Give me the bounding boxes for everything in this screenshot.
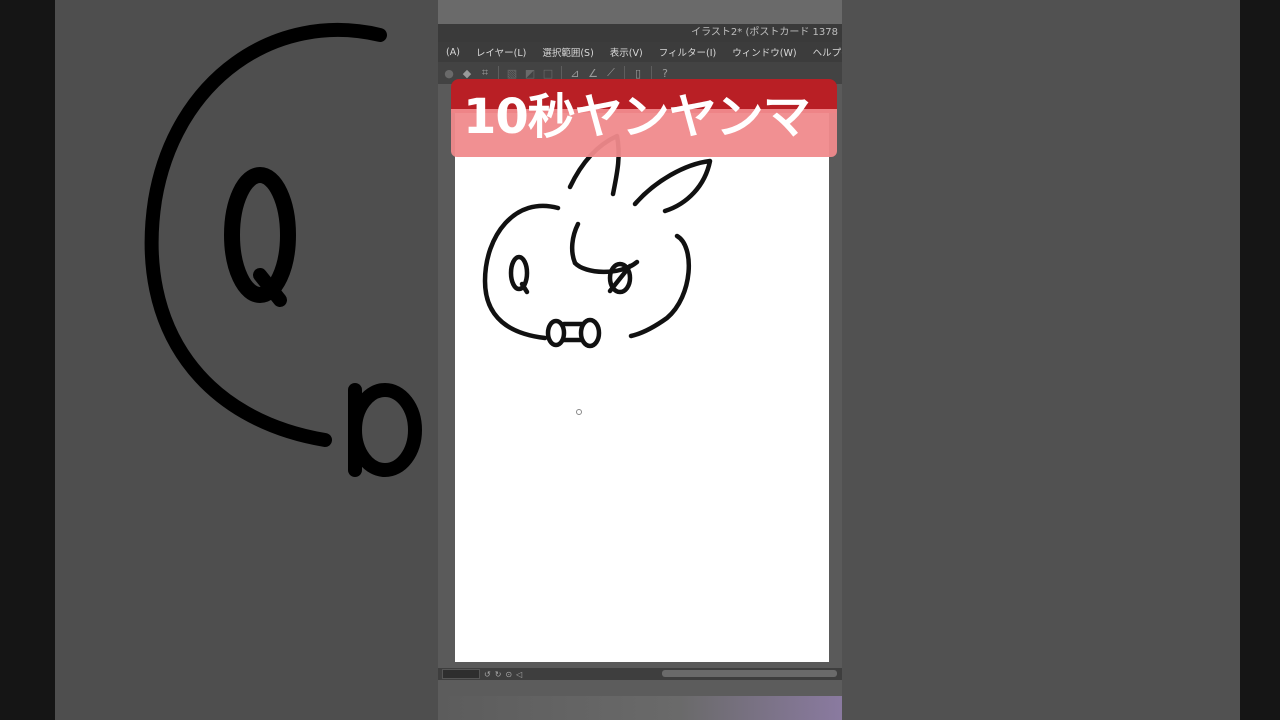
caption-banner: 10秒ヤンヤンマ bbox=[451, 79, 837, 157]
status-bar: ↺ ↻ ⊙ ◁ bbox=[438, 668, 842, 680]
bottom-glow bbox=[438, 696, 842, 720]
left-black-edge bbox=[0, 0, 55, 720]
gradient-icon[interactable]: ◩ bbox=[523, 66, 537, 80]
toolbar-separator bbox=[498, 66, 499, 80]
toolbar-separator bbox=[561, 66, 562, 80]
zoom-box[interactable] bbox=[442, 669, 480, 679]
toolbar-separator bbox=[651, 66, 652, 80]
line-icon[interactable]: ⊿ bbox=[568, 66, 582, 80]
backdrop-drawing bbox=[55, 0, 438, 720]
window-title: イラスト2* (ポストカード 1378 bbox=[691, 27, 838, 38]
flip-icon[interactable]: ◁ bbox=[516, 670, 522, 679]
drawing-canvas[interactable] bbox=[455, 96, 829, 662]
menu-layer[interactable]: レイヤー(L) bbox=[468, 45, 534, 59]
menu-filter[interactable]: フィルター(I) bbox=[651, 45, 725, 59]
caption-text: 10秒ヤンヤンマ bbox=[463, 89, 811, 145]
right-black-edge bbox=[1240, 0, 1280, 720]
horizontal-scrollbar[interactable] bbox=[662, 670, 837, 677]
rotate-right-icon[interactable]: ↻ bbox=[495, 670, 502, 679]
pen-icon[interactable]: ⟋ bbox=[604, 66, 618, 80]
toolbar-separator bbox=[624, 66, 625, 80]
crop-icon[interactable]: ⌗ bbox=[478, 66, 492, 80]
menu-animation[interactable]: (A) bbox=[438, 47, 468, 58]
reset-icon[interactable]: ⊙ bbox=[505, 670, 512, 679]
top-strip bbox=[438, 0, 842, 24]
blurred-backdrop-right bbox=[842, 0, 1240, 720]
curve-icon[interactable]: ∠ bbox=[586, 66, 600, 80]
menu-view[interactable]: 表示(V) bbox=[602, 45, 651, 59]
bucket-icon[interactable]: ◆ bbox=[460, 66, 474, 80]
rotate-left-icon[interactable]: ↺ bbox=[484, 670, 491, 679]
menu-selection[interactable]: 選択範囲(S) bbox=[534, 45, 601, 59]
frame-icon[interactable]: □ bbox=[541, 66, 555, 80]
menu-help[interactable]: ヘルプ(H) bbox=[805, 45, 842, 59]
menu-bar: (A) レイヤー(L) 選択範囲(S) 表示(V) フィルター(I) ウィンドウ… bbox=[438, 42, 842, 62]
fill-icon[interactable]: ● bbox=[442, 66, 456, 80]
help-icon[interactable]: ? bbox=[658, 66, 672, 80]
title-bar: イラスト2* (ポストカード 1378 bbox=[438, 24, 842, 42]
brush-cursor bbox=[576, 409, 582, 415]
rabbit-sketch bbox=[482, 133, 713, 415]
ruler-icon[interactable]: ▧ bbox=[505, 66, 519, 80]
menu-window[interactable]: ウィンドウ(W) bbox=[724, 45, 804, 59]
phone-icon[interactable]: ▯ bbox=[631, 66, 645, 80]
